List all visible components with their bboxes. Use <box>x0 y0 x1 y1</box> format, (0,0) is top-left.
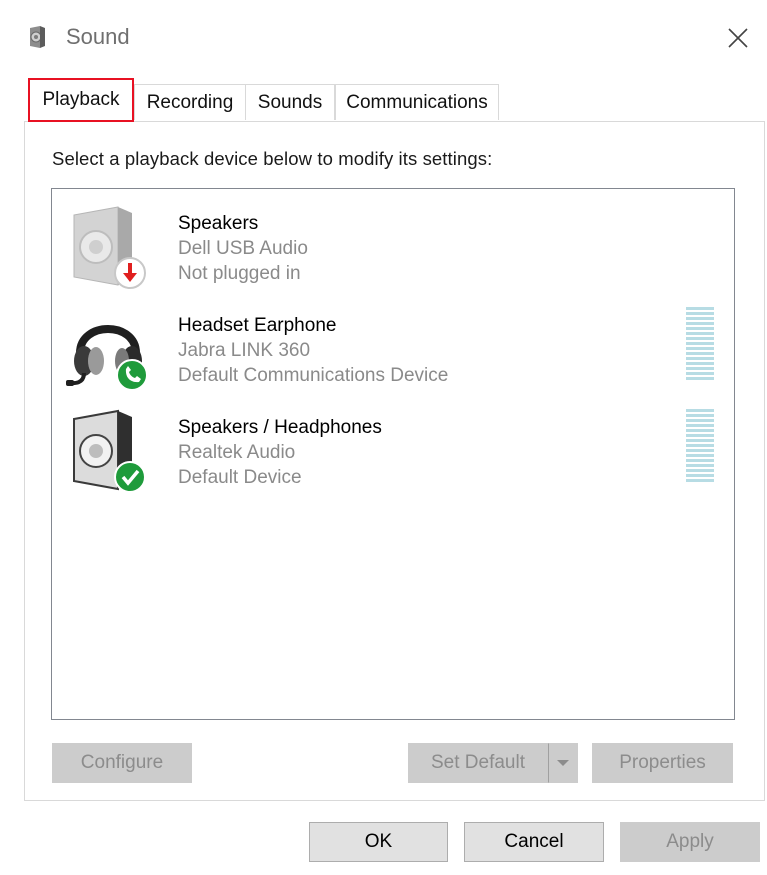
close-icon <box>728 28 748 48</box>
set-default-dropdown-button[interactable] <box>548 743 578 783</box>
device-status: Default Device <box>178 467 302 488</box>
speaker-icon <box>73 206 146 289</box>
check-badge-icon <box>114 461 146 493</box>
volume-level-meter <box>686 409 714 482</box>
device-name: Speakers / Headphones <box>178 417 382 438</box>
list-item[interactable]: Headset Earphone Jabra LINK 360 Default … <box>52 293 734 391</box>
device-driver: Dell USB Audio <box>178 238 308 259</box>
playback-panel: Select a playback device below to modify… <box>24 121 765 801</box>
device-list[interactable]: Speakers Dell USB Audio Not plugged in H… <box>51 188 735 720</box>
set-default-button[interactable]: Set Default <box>408 743 548 783</box>
cancel-button[interactable]: Cancel <box>464 822 604 862</box>
device-name: Headset Earphone <box>178 315 337 336</box>
apply-button[interactable]: Apply <box>620 822 760 862</box>
device-status: Not plugged in <box>178 263 301 284</box>
ok-button[interactable]: OK <box>309 822 448 862</box>
tab-sounds[interactable]: Sounds <box>245 84 335 120</box>
device-driver: Jabra LINK 360 <box>178 340 311 361</box>
properties-button[interactable]: Properties <box>592 743 733 783</box>
device-driver: Realtek Audio <box>178 442 296 463</box>
tab-strip: Recording Sounds Communications Playback <box>26 78 726 124</box>
configure-button[interactable]: Configure <box>52 743 192 783</box>
tab-communications[interactable]: Communications <box>335 84 499 120</box>
list-item[interactable]: Speakers Dell USB Audio Not plugged in <box>52 191 734 289</box>
device-name: Speakers <box>178 213 259 234</box>
speaker-icon <box>73 409 146 493</box>
tab-recording[interactable]: Recording <box>134 84 246 120</box>
title-bar: Sound <box>0 0 767 78</box>
instruction-text: Select a playback device below to modify… <box>52 148 493 169</box>
tab-playback[interactable]: Playback <box>28 78 134 122</box>
phone-badge-icon <box>116 359 148 391</box>
speaker-icon <box>30 26 45 48</box>
chevron-down-icon <box>557 759 569 766</box>
headset-icon <box>66 325 148 391</box>
list-item[interactable]: Speakers / Headphones Realtek Audio Defa… <box>52 395 734 493</box>
close-button[interactable] <box>709 0 767 76</box>
window-title: Sound <box>66 24 130 49</box>
sound-dialog: Sound Recording Sounds Communications Pl… <box>0 0 767 875</box>
not-plugged-badge-icon <box>114 257 146 289</box>
device-status: Default Communications Device <box>178 365 449 386</box>
volume-level-meter <box>686 307 714 380</box>
